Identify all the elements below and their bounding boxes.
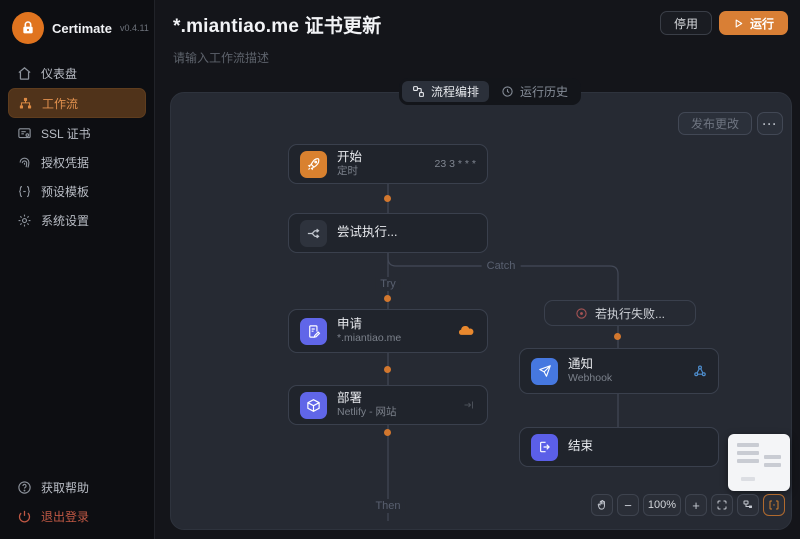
send-plane-icon — [531, 357, 558, 385]
play-icon — [733, 18, 744, 29]
zoom-level-button[interactable]: 100% — [643, 494, 681, 516]
app-window: Certimate v0.4.11 仪表盘 工作流 SSL 证书 授权凭据 预设… — [0, 0, 800, 539]
branch-label-try: Try — [375, 277, 401, 291]
workflow-description-placeholder[interactable]: 请输入工作流描述 — [173, 49, 788, 66]
workflow-minimap[interactable] — [728, 434, 790, 491]
pan-hand-button[interactable] — [591, 494, 613, 516]
node-title: 若执行失败... — [594, 306, 665, 321]
failure-record-icon — [575, 307, 588, 320]
webhook-icon — [693, 364, 707, 378]
sidebar-item-dashboard[interactable]: 仪表盘 — [8, 59, 146, 87]
sidebar-item-workflows[interactable]: 工作流 — [8, 88, 146, 118]
disable-workflow-button[interactable]: 停用 — [659, 11, 712, 35]
node-subtitle: 定时 — [337, 165, 358, 178]
page-title: *.miantiao.me 证书更新 — [173, 16, 382, 37]
provider-dim-icon — [462, 399, 476, 411]
branch-label-then: Then — [370, 499, 406, 513]
node-title: 申请 — [337, 316, 363, 331]
workflow-canvas[interactable]: 发布更改 ··· Try Catch Then 开始 定时 23 3 * * *… — [170, 92, 792, 530]
app-name: Certimate — [52, 20, 112, 36]
deploy-box-icon — [300, 391, 327, 419]
node-title: 部署 — [337, 390, 363, 405]
sidebar-item-label: SSL 证书 — [41, 126, 91, 141]
sidebar-item-label: 系统设置 — [41, 213, 90, 228]
view-tabbar: 流程编排 运行历史 — [399, 78, 582, 105]
rocket-icon — [300, 150, 327, 178]
sidebar-footer: 获取帮助 退出登录 — [8, 472, 146, 531]
sidebar-item-access-credentials[interactable]: 授权凭据 — [8, 148, 146, 176]
app-version: v0.4.11 — [119, 23, 149, 33]
node-title: 尝试执行... — [337, 225, 398, 240]
branch-label-catch: Catch — [481, 259, 521, 273]
add-node-dot[interactable] — [384, 295, 391, 302]
power-icon — [17, 509, 32, 524]
add-node-dot[interactable] — [384, 366, 391, 373]
node-subtitle: *.miantiao.me — [337, 332, 402, 345]
publish-changes-button[interactable]: 发布更改 — [677, 112, 752, 135]
sidebar-item-get-help[interactable]: 获取帮助 — [8, 473, 146, 501]
credentials-icon — [17, 155, 32, 170]
add-node-dot[interactable] — [384, 195, 391, 202]
app-logo: Certimate v0.4.11 — [8, 10, 149, 58]
sidebar-item-label: 工作流 — [42, 96, 79, 111]
add-node-dot[interactable] — [614, 333, 621, 340]
run-workflow-button[interactable]: 运行 — [718, 11, 788, 35]
tab-run-history[interactable]: 运行历史 — [491, 81, 578, 102]
sidebar-item-logout[interactable]: 退出登录 — [8, 502, 146, 530]
sidebar-item-label: 预设模板 — [41, 184, 90, 199]
page-header: *.miantiao.me 证书更新 停用 运行 请输入工作流描述 — [155, 0, 800, 66]
sidebar-item-system-settings[interactable]: 系统设置 — [8, 206, 146, 234]
certificate-icon — [17, 126, 32, 141]
node-title: 开始 — [337, 149, 363, 164]
auto-layout-button[interactable] — [737, 494, 759, 516]
sidebar-nav: 仪表盘 工作流 SSL 证书 授权凭据 预设模板 系统设置 — [8, 59, 146, 234]
node-deploy[interactable]: 部署 Netlify - 网站 — [288, 385, 488, 425]
fit-view-button[interactable] — [711, 494, 733, 516]
sidebar-item-label: 授权凭据 — [41, 155, 90, 170]
workflow-icon — [18, 96, 33, 111]
sidebar-item-label: 获取帮助 — [41, 480, 90, 495]
canvas-toolbar: − 100% + — [591, 494, 785, 516]
node-title: 结束 — [568, 439, 594, 454]
node-title: 通知 — [568, 356, 594, 371]
home-icon — [17, 66, 32, 81]
sidebar: Certimate v0.4.11 仪表盘 工作流 SSL 证书 授权凭据 预设… — [0, 0, 155, 539]
cron-expression: 23 3 * * * — [434, 158, 476, 170]
template-icon — [17, 184, 32, 199]
sidebar-item-preset-templates[interactable]: 预设模板 — [8, 177, 146, 205]
history-clock-icon — [501, 85, 514, 98]
node-subtitle: Webhook — [568, 372, 613, 385]
sidebar-item-ssl-certificates[interactable]: SSL 证书 — [8, 119, 146, 147]
zoom-in-button[interactable]: + — [685, 494, 707, 516]
node-start[interactable]: 开始 定时 23 3 * * * — [288, 144, 488, 184]
node-subtitle: Netlify - 网站 — [337, 406, 397, 419]
certimate-lock-icon — [12, 12, 44, 44]
node-try-block[interactable]: 尝试执行... — [288, 213, 488, 253]
node-apply-certificate[interactable]: 申请 *.miantiao.me — [288, 309, 488, 353]
cloudflare-icon — [458, 325, 476, 337]
flow-editor-icon — [412, 85, 425, 98]
sidebar-item-label: 退出登录 — [41, 509, 90, 524]
zoom-out-button[interactable]: − — [617, 494, 639, 516]
node-end[interactable]: 结束 — [519, 427, 719, 467]
more-options-button[interactable]: ··· — [757, 112, 783, 135]
help-icon — [17, 480, 32, 495]
certificate-apply-icon — [300, 317, 327, 345]
minimap-toggle-button[interactable] — [763, 494, 785, 516]
sidebar-item-label: 仪表盘 — [41, 66, 78, 81]
settings-gear-icon — [17, 213, 32, 228]
add-node-dot[interactable] — [384, 429, 391, 436]
node-on-failure[interactable]: 若执行失败... — [544, 300, 696, 326]
node-notify[interactable]: 通知 Webhook — [519, 348, 719, 394]
end-exit-icon — [531, 433, 558, 461]
tab-flow-editor[interactable]: 流程编排 — [402, 81, 490, 102]
branch-fork-icon — [300, 219, 327, 247]
